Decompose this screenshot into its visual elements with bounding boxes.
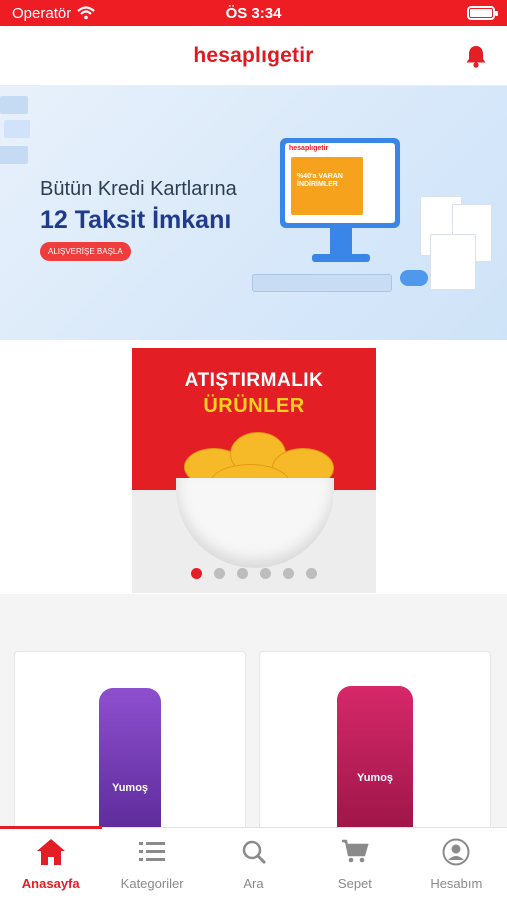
tab-cart[interactable]: Sepet <box>304 828 405 900</box>
monitor-base <box>312 254 370 262</box>
wifi-icon <box>77 6 95 20</box>
promo-card[interactable]: ATIŞTIRMALIK ÜRÜNLER <box>132 348 376 593</box>
carousel-dot[interactable] <box>306 568 317 579</box>
tab-label: Kategoriler <box>120 876 184 891</box>
tab-search[interactable]: Ara <box>203 828 304 900</box>
carousel-dot[interactable] <box>237 568 248 579</box>
tab-label: Anasayfa <box>21 876 80 891</box>
product-image <box>337 686 413 838</box>
promo-title: ATIŞTIRMALIK <box>184 370 324 391</box>
app-header: hesaplıgetir <box>0 26 507 86</box>
account-icon <box>440 836 472 868</box>
product-label: Yumoş <box>111 782 149 794</box>
tab-label: Hesabım <box>430 876 483 891</box>
monitor-screen: hesaplıgetir %40'a VARAN İNDİRİMLER <box>285 143 395 223</box>
promo-subtitle: ÜRÜNLER <box>203 395 305 417</box>
search-icon <box>238 836 270 868</box>
keyboard-illustration <box>252 274 392 292</box>
list-icon <box>136 836 168 868</box>
tab-label: Sepet <box>337 876 372 891</box>
status-left: Operatör <box>12 5 95 22</box>
carousel-dots[interactable] <box>132 568 376 579</box>
carousel-dot[interactable] <box>214 568 225 579</box>
shop-now-button[interactable]: ALIŞVERİŞE BAŞLA <box>40 242 131 261</box>
status-bar: Operatör ÖS 3:34 <box>0 0 507 26</box>
bell-icon[interactable] <box>465 44 487 68</box>
home-icon <box>35 836 67 868</box>
product-label: Yumoş <box>356 772 394 784</box>
monitor-brand: hesaplıgetir <box>289 145 329 152</box>
carousel-dot[interactable] <box>191 568 202 579</box>
card-decoration-icon <box>0 96 30 164</box>
monitor-stand <box>330 228 352 256</box>
product-card[interactable]: Yumoş <box>14 651 246 841</box>
shopping-bag-icon <box>430 234 476 290</box>
product-card[interactable]: Yumoş <box>259 651 491 841</box>
monitor-illustration: hesaplıgetir %40'a VARAN İNDİRİMLER <box>280 138 400 228</box>
tab-home[interactable]: Anasayfa <box>0 828 101 900</box>
monitor-promo: %40'a VARAN İNDİRİMLER <box>291 157 363 215</box>
hero-banner[interactable]: Bütün Kredi Kartlarına 12 Taksit İmkanı … <box>0 86 507 340</box>
tab-categories[interactable]: Kategoriler <box>101 828 202 900</box>
tab-account[interactable]: Hesabım <box>406 828 507 900</box>
hero-line1: Bütün Kredi Kartlarına <box>40 178 237 200</box>
tab-active-indicator <box>0 826 102 829</box>
battery-icon <box>467 6 498 20</box>
hero-line2: 12 Taksit İmkanı <box>40 206 232 234</box>
carousel-dot[interactable] <box>260 568 271 579</box>
product-image <box>99 688 161 838</box>
carrier-label: Operatör <box>12 4 72 22</box>
mouse-illustration <box>400 270 428 286</box>
bowl-illustration <box>176 478 334 568</box>
tab-label: Ara <box>243 876 264 891</box>
battery-fill <box>470 9 492 17</box>
carousel-dot[interactable] <box>283 568 294 579</box>
promo-carousel[interactable]: ATIŞTIRMALIK ÜRÜNLER <box>0 340 507 594</box>
cart-icon <box>339 836 371 868</box>
brand-logo[interactable]: hesaplıgetir <box>193 44 313 68</box>
monitor-promo-text: %40'a VARAN İNDİRİMLER <box>297 173 343 189</box>
tab-bar: Anasayfa Kategoriler Ara Sepet Hesabım <box>0 826 507 900</box>
